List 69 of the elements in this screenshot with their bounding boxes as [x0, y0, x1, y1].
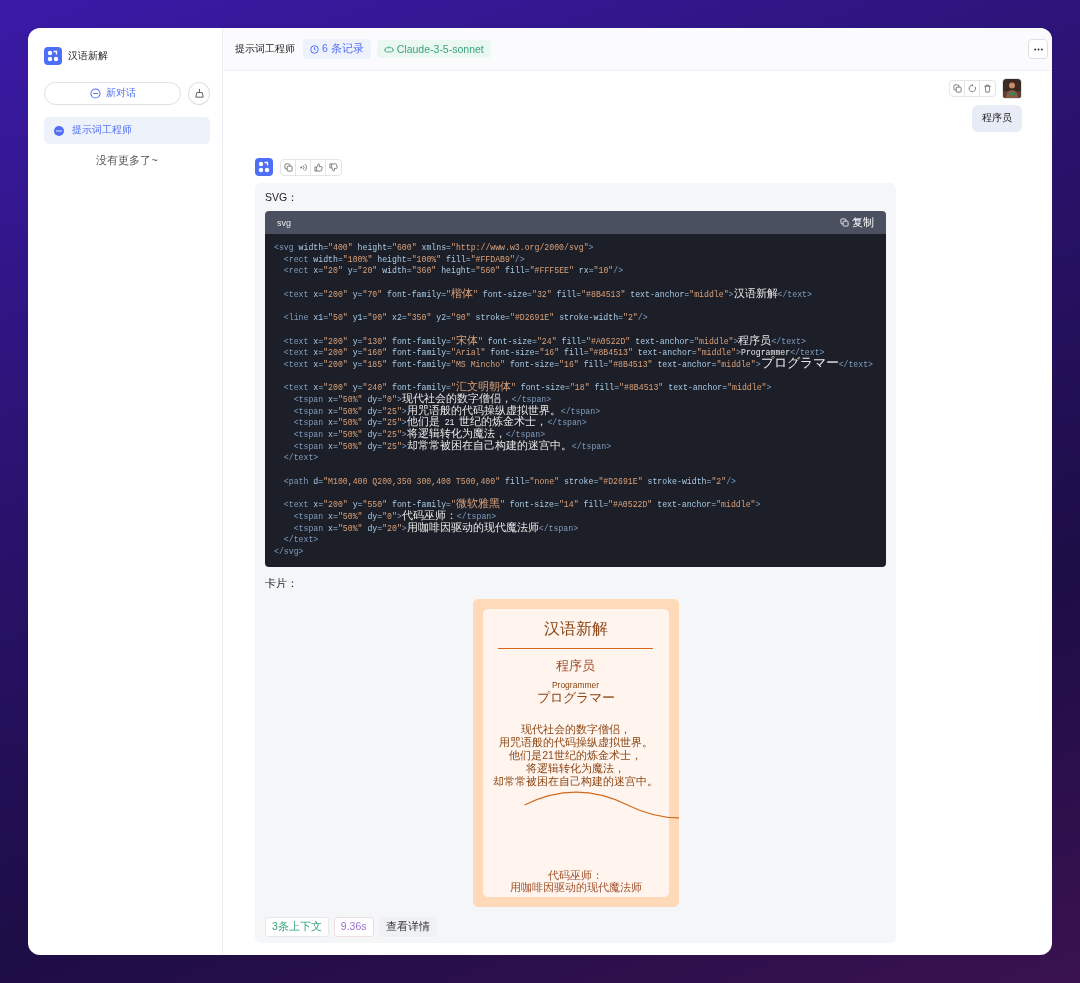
refresh-icon — [967, 84, 977, 93]
thumbs-down-icon — [329, 162, 338, 172]
code-line: <text x="200" y="185" font-family="MS Mincho" font-size="16" fill="#8B4513" text-anchor="middle">プログラマー</text> — [282, 358, 874, 371]
card-japanese: プログラマー — [536, 690, 615, 707]
broom-icon — [193, 88, 205, 99]
copy-icon — [952, 84, 962, 93]
card-text-line: 他们是21世纪的炼金术士， — [509, 748, 642, 762]
card-text-line: 将逻辑转化为魔法， — [526, 761, 625, 775]
code-line: <tspan x="50%" dy="25">却常常被困在自己构建的迷宫中。</tspan> — [292, 440, 612, 453]
code-language: svg — [277, 217, 291, 228]
card-english: Programmer — [551, 679, 600, 690]
sound-icon — [298, 162, 308, 172]
robot-icon — [383, 45, 394, 53]
code-line: <line x1="50" y1="90" x2="350" y2="90" stroke="#D2691E" stroke-width="2"/> — [282, 312, 648, 324]
new-chat-button[interactable]: 新对话 — [44, 82, 182, 105]
card-text-line: 用咒语般的代码操纵虚拟世界。 — [498, 735, 653, 749]
code-line: <tspan x="50%" dy="20">用咖啡因驱动的现代魔法师</tspan> — [292, 522, 579, 535]
card-text-line: 现代社会的数字僧侣， — [520, 722, 631, 736]
model-badge: Claude-3-5-sonnet — [376, 40, 491, 58]
copy-icon — [840, 218, 849, 227]
code-line: </text> — [282, 534, 319, 546]
code-line: </svg> — [274, 545, 304, 558]
app-name: 汉语新解 — [68, 49, 108, 63]
code-line: <tspan x="50%" dy="0">代码巫师：</tspan> — [292, 510, 497, 522]
message-text: 卡片： — [265, 576, 299, 591]
duration-tag: 9.36s — [333, 916, 374, 937]
code-line: <text x="200" y="130" font-family="宋体" font-size="24" fill="#A0522D" text-anchor="middle">程序员</text> — [282, 335, 806, 348]
code-line: <text x="200" y="550" font-family="微软雅黑" font-size="14" fill="#A0522D" text-anchor="middle"> — [282, 499, 761, 511]
context-tag: 3条上下文 — [265, 916, 329, 937]
card-text-line: 却常常被困在自己构建的迷宫中。 — [493, 774, 658, 788]
thumbs-up-icon — [313, 162, 323, 172]
conversation-title: 提示词工程师 — [72, 124, 132, 137]
app-logo-icon — [44, 47, 62, 65]
card-footer-line: 用咖啡因驱动的现代魔法师 — [509, 880, 642, 893]
copy-icon — [283, 162, 293, 172]
regenerate-button[interactable] — [965, 81, 980, 96]
records-badge: 6 条记录 — [303, 39, 371, 59]
more-icon — [1033, 47, 1043, 51]
code-line: <rect x="20" y="20" width="360" height="560" fill="#FFF5EE" rx="10"/> — [282, 265, 624, 278]
assistant-avatar-icon — [255, 158, 273, 176]
card-word: 程序员 — [556, 657, 595, 675]
message-text: SVG： — [265, 191, 300, 205]
code-line: <tspan x="50%" dy="0">现代社会的数字僧侣，</tspan> — [292, 393, 552, 405]
conversation-title: 提示词工程师 — [235, 42, 295, 56]
code-line: <tspan x="50%" dy="25">用咒语般的代码操纵虚拟世界。</tspan> — [292, 405, 601, 417]
chat-bubble-icon — [54, 125, 64, 136]
copy-button[interactable] — [281, 159, 296, 175]
code-line: <rect width="100%" height="100%" fill="#FFDAB9"/> — [282, 253, 525, 266]
end-note: 没有更多了~ — [95, 154, 159, 168]
user-message: 程序员 — [972, 105, 1022, 132]
code-line: <tspan x="50%" dy="25">他们是 21 世纪的炼金术士，</tspan> — [292, 417, 587, 429]
code-line: <path d="M100,400 Q200,350 300,400 T500,400" fill="none" stroke="#D2691E" stroke-width="2"/> — [282, 475, 736, 488]
conversation-item[interactable]: 提示词工程师 — [44, 117, 210, 144]
more-button[interactable] — [1028, 39, 1048, 59]
clear-button[interactable] — [188, 82, 210, 105]
clock-icon — [310, 44, 319, 54]
code-line: <svg width="400" height="600" xmlns="http://www.w3.org/2000/svg"> — [274, 242, 594, 254]
code-line: <text x="200" y="160" font-family="Arial" font-size="16" fill="#8B4513" text-anchor="middle">Programmer</text> — [282, 347, 825, 358]
details-button[interactable]: 查看详情 — [378, 916, 437, 937]
card-title: 汉语新解 — [543, 618, 608, 639]
code-line: </text> — [282, 452, 319, 465]
copy-button[interactable] — [950, 81, 965, 96]
copy-code-button[interactable]: 复制 — [840, 215, 874, 230]
trash-icon — [983, 84, 992, 93]
code-line: <text x="200" y="240" font-family="汇文明朝体" font-size="18" fill="#8B4513" text-anchor="middle"> — [282, 382, 772, 394]
like-button[interactable] — [311, 159, 326, 175]
code-line: <tspan x="50%" dy="25">将逻辑转化为魔法，</tspan> — [292, 429, 546, 440]
card-footer-line: 代码巫师： — [548, 868, 603, 881]
code-line: <text x="200" y="70" font-family="楷体" font-size="32" fill="#8B4513" text-anchor="middle">汉语新解</text> — [282, 288, 812, 301]
